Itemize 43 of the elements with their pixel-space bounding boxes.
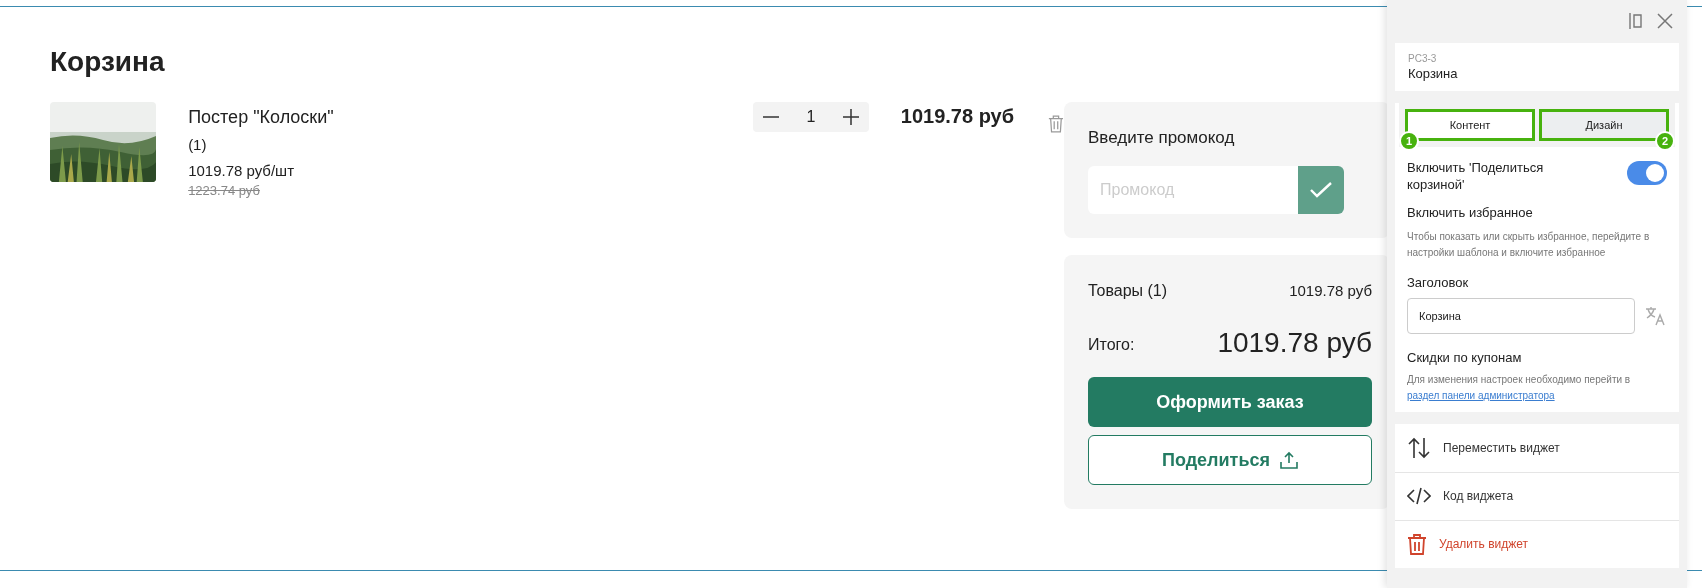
quantity-value: 1 (806, 107, 816, 127)
product-name: Постер "Колоски" (188, 106, 334, 129)
up-down-arrows-icon (1407, 436, 1431, 459)
translate-icon[interactable] (1645, 306, 1667, 326)
minus-icon[interactable] (763, 116, 780, 118)
toggle-label: Включить 'Поделиться корзиной' (1407, 159, 1545, 193)
panel-action[interactable]: Код виджета (1395, 471, 1679, 520)
widget-id: PC3-3 (1408, 51, 1437, 65)
items-total: 1019.78 руб (1289, 280, 1372, 301)
checkout-button[interactable]: Оформить заказ (1088, 377, 1372, 427)
share-button[interactable]: Поделиться (1088, 435, 1372, 485)
order-total: 1019.78 руб (1217, 326, 1372, 360)
panel-action[interactable]: Переместить виджет (1395, 423, 1679, 472)
plus-icon[interactable] (842, 109, 859, 125)
dock-icon[interactable] (1629, 13, 1643, 29)
admin-link[interactable]: раздел панели администратора (1407, 389, 1555, 401)
promo-title: Введите промокод (1088, 127, 1235, 149)
item-total: 1019.78 руб (900, 104, 1015, 129)
panel-action[interactable]: Удалить виджет (1395, 519, 1679, 568)
unit-price: 1019.78 руб/шт (188, 161, 295, 181)
coupons-title: Скидки по купонам (1407, 349, 1522, 367)
trash-icon[interactable] (1048, 114, 1064, 134)
share-toggle[interactable] (1627, 161, 1667, 185)
code-icon (1407, 487, 1431, 505)
items-label: Товары (1) (1088, 281, 1168, 301)
favorites-title: Включить избранное (1407, 204, 1533, 222)
apply-button[interactable] (1298, 166, 1344, 214)
step-badge: 2 (1655, 131, 1675, 151)
upload-icon (1280, 451, 1298, 469)
heading-label: Заголовок (1407, 273, 1469, 292)
quantity-stepper[interactable]: 1 (753, 102, 869, 132)
favorites-hint: Чтобы показать или скрыть избранное, перейдите в настройки шаблона и включите избранное (1407, 229, 1651, 260)
close-icon[interactable] (1657, 13, 1673, 29)
total-label: Итого: (1088, 335, 1135, 355)
trash-icon (1407, 533, 1427, 555)
heading-input[interactable]: Корзина (1407, 298, 1635, 334)
product-variant: (1) (188, 135, 207, 155)
page-title: Корзина (50, 45, 165, 79)
old-price: 1223.74 руб (188, 182, 260, 200)
widget-name: Корзина (1408, 64, 1458, 83)
check-icon (1310, 182, 1332, 198)
step-badge: 1 (1399, 131, 1419, 151)
coupons-hint: Для изменения настроек необходимо перейти в раздел панели администратора (1407, 372, 1632, 403)
